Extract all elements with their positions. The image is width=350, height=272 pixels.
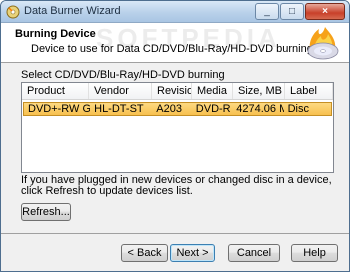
button-separator: [1, 233, 349, 234]
maximize-button[interactable]: □: [280, 3, 304, 20]
column-header-label[interactable]: Label: [285, 83, 333, 99]
column-header-vendor[interactable]: Vendor: [89, 83, 152, 99]
device-row-selected[interactable]: DVD+-RW GT32... HL-DT-ST A203 DVD-R 4274…: [23, 102, 332, 116]
help-button[interactable]: Help: [291, 244, 338, 262]
minimize-button[interactable]: _: [255, 3, 279, 20]
close-button[interactable]: ×: [305, 3, 345, 20]
device-media: DVD-R: [195, 103, 231, 115]
device-product: DVD+-RW GT32...: [28, 103, 90, 115]
disc-icon: [6, 5, 20, 19]
column-header-revision[interactable]: Revision: [152, 83, 192, 99]
window-title: Data Burner Wizard: [24, 5, 121, 17]
title-bar[interactable]: Data Burner Wizard _ □ ×: [1, 1, 349, 23]
back-button[interactable]: < Back: [121, 244, 168, 262]
column-header-size[interactable]: Size, MB: [233, 83, 285, 99]
wizard-header: SOFTPEDIA Burning Device Device to use f…: [1, 23, 349, 63]
device-label: Disc: [287, 103, 309, 115]
device-group-label: Select CD/DVD/Blu-Ray/HD-DVD burning: [21, 69, 225, 81]
page-description: Device to use for Data CD/DVD/Blu-Ray/HD…: [31, 43, 316, 55]
burning-disc-icon: [307, 27, 339, 60]
device-list-header: Product Vendor Revision Media Size, MB L…: [22, 83, 333, 100]
page-title: Burning Device: [15, 28, 96, 40]
wizard-window: Data Burner Wizard _ □ × SOFTPEDIA Burni…: [0, 0, 350, 272]
refresh-info-text: If you have plugged in new devices or ch…: [21, 174, 332, 197]
device-list[interactable]: Product Vendor Revision Media Size, MB L…: [21, 82, 334, 173]
device-revision: A203: [156, 103, 182, 115]
column-header-media[interactable]: Media: [192, 83, 233, 99]
device-vendor: HL-DT-ST: [94, 103, 144, 115]
device-size: 4274.06 MB: [236, 103, 283, 115]
column-header-product[interactable]: Product: [22, 83, 89, 99]
refresh-button[interactable]: Refresh...: [21, 203, 71, 221]
cancel-button[interactable]: Cancel: [228, 244, 280, 262]
next-button[interactable]: Next >: [170, 244, 215, 262]
